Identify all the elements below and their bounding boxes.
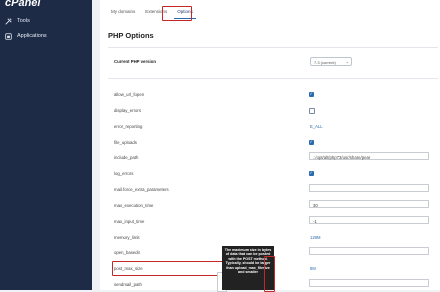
option-label: display_errors (114, 108, 141, 113)
cpanel-logo[interactable]: cPanel (5, 0, 40, 9)
sidebar-item-label: Applications (17, 33, 47, 39)
sendmail-path-input[interactable] (309, 279, 429, 287)
option-label: max_execution_time (114, 203, 154, 208)
post-max-size-link[interactable]: 8M (310, 266, 316, 271)
file-uploads-checkbox[interactable] (309, 139, 314, 145)
post-max-size-highlight (112, 261, 231, 276)
sidebar: cPanel Tools Applications (0, 0, 92, 290)
chevron-down-icon: ⌄ (345, 59, 349, 64)
sidebar-item-label: Tools (17, 18, 30, 24)
options-tab-highlight (162, 6, 192, 21)
applications-icon (5, 32, 12, 40)
option-label: memory_limit (114, 235, 140, 240)
option-label: allow_url_fopen (114, 92, 145, 97)
open-basedir-input[interactable] (309, 247, 429, 255)
divider (108, 47, 438, 48)
include-path-input[interactable]: .:/opt/alt/php73/usr/share/pear (309, 152, 429, 160)
sidebar-item-tools[interactable]: Tools (5, 15, 30, 27)
memory-limit-link[interactable]: 128M (310, 235, 320, 240)
option-label: open_basedir (114, 250, 141, 255)
tools-icon (5, 17, 12, 25)
max-execution-time-input[interactable]: 30 (309, 200, 429, 208)
divider (108, 78, 438, 79)
mail-force-extra-parameters-input[interactable] (309, 184, 429, 192)
option-label: max_input_time (114, 219, 145, 224)
php-version-value: 7.3 (current) (314, 60, 336, 65)
tooltip-highlight (264, 256, 275, 292)
error-reporting-link[interactable]: E_ALL (310, 124, 323, 129)
option-label: include_path (114, 155, 139, 160)
current-php-label: Current PHP version (114, 59, 156, 64)
max-input-time-input[interactable]: -1 (309, 216, 429, 224)
page-title: PHP Options (108, 31, 154, 40)
log-errors-checkbox[interactable] (309, 170, 314, 176)
allow-url-fopen-checkbox[interactable] (309, 91, 314, 97)
sidebar-item-applications[interactable]: Applications (5, 30, 47, 42)
option-label: error_reporting (114, 124, 143, 129)
option-label: log_errors (114, 171, 134, 176)
tab-my-domains[interactable]: My domains (108, 5, 138, 19)
option-label: file_uploads (114, 140, 137, 145)
option-label: mail.force_extra_parameters (114, 187, 169, 192)
php-version-select[interactable]: 7.3 (current) ⌄ (310, 57, 352, 66)
option-label: sendmail_path (114, 282, 142, 287)
display-errors-checkbox[interactable] (309, 108, 316, 115)
